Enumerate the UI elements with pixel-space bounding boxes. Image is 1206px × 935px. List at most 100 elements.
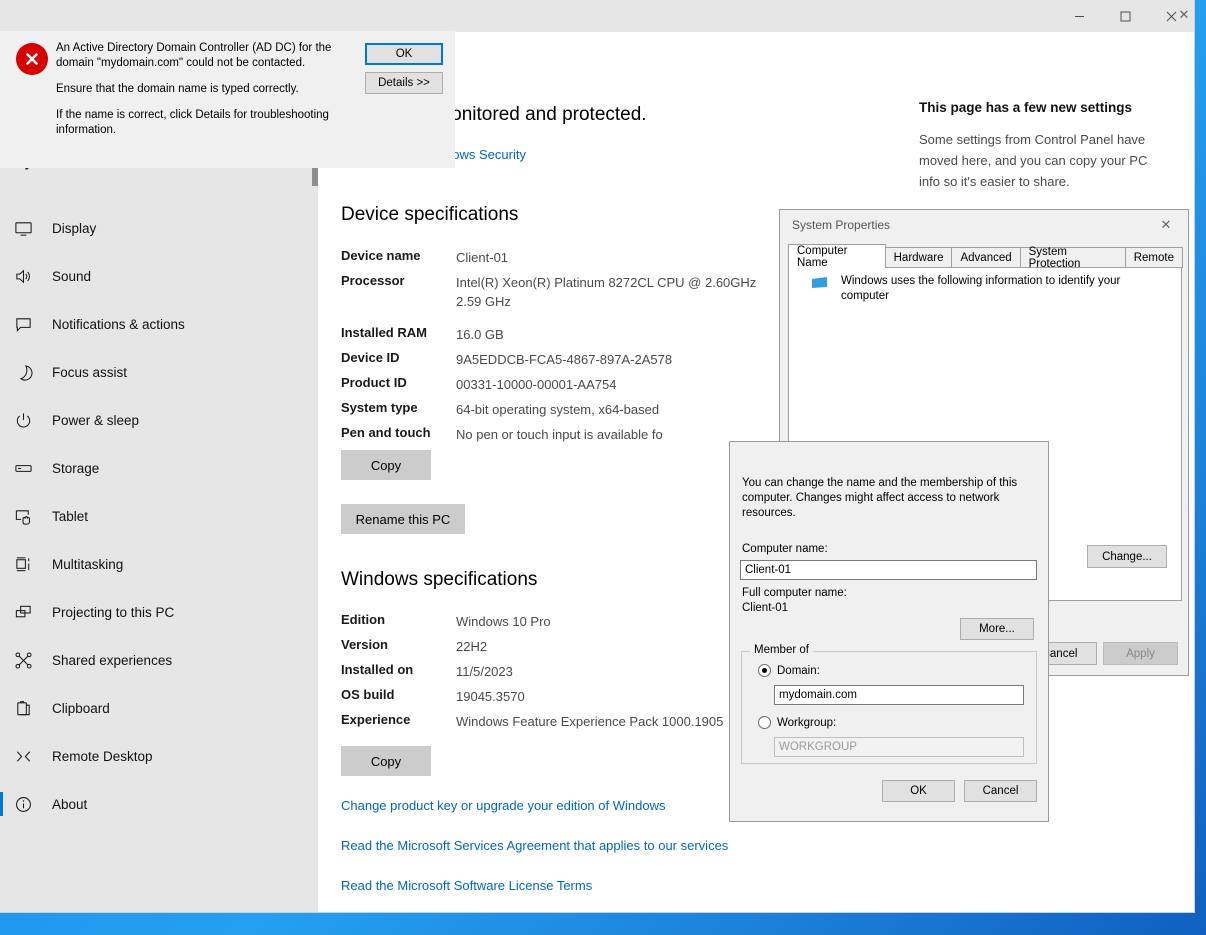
error-message-line-2: Ensure that the domain name is typed cor… bbox=[56, 83, 299, 95]
workgroup-radio-icon[interactable] bbox=[758, 716, 771, 729]
sidebar-item-tablet[interactable]: Tablet bbox=[0, 492, 318, 540]
system-properties-close-icon[interactable]: ✕ bbox=[1144, 210, 1188, 240]
computer-name-input[interactable] bbox=[740, 560, 1037, 580]
error-dialog-buttons: OK Details >> bbox=[365, 43, 443, 94]
sidebar-item-power-sleep[interactable]: Power & sleep bbox=[0, 396, 318, 444]
drive-icon bbox=[14, 456, 46, 480]
computer-name-ok-button[interactable]: OK bbox=[882, 780, 955, 802]
spec-value: 64-bit operating system, x64-based bbox=[456, 402, 660, 417]
tab-advanced[interactable]: Advanced bbox=[951, 247, 1021, 268]
tab-system-protection[interactable]: System Protection bbox=[1019, 246, 1126, 270]
computer-name-label: Computer name: bbox=[742, 543, 828, 555]
domain-radio-icon[interactable] bbox=[758, 664, 771, 677]
tablet-icon bbox=[14, 504, 46, 528]
error-details-button[interactable]: Details >> bbox=[365, 72, 443, 94]
system-properties-tabs: Computer Name Hardware Advanced System P… bbox=[788, 244, 1183, 270]
sidebar-item-display[interactable]: Display bbox=[0, 204, 318, 252]
maximize-button[interactable] bbox=[1102, 0, 1148, 32]
workgroup-input bbox=[774, 737, 1024, 757]
change-button[interactable]: Change... bbox=[1087, 545, 1167, 568]
sidebar-item-clipboard[interactable]: Clipboard bbox=[0, 684, 318, 732]
system-properties-titlebar: System Properties bbox=[780, 210, 1188, 240]
sidebar-item-sound[interactable]: Sound bbox=[0, 252, 318, 300]
error-dialog-content: An Active Directory Domain Controller (A… bbox=[0, 31, 455, 168]
right-rail: This page has a few new settings Some se… bbox=[919, 100, 1159, 192]
remote-desktop-icon bbox=[14, 744, 46, 768]
sidebar-item-label: Projecting to this PC bbox=[52, 604, 175, 620]
spec-label: Pen and touch bbox=[341, 425, 431, 440]
sidebar-item-label: Tablet bbox=[52, 508, 89, 524]
spec-value: 19045.3570 bbox=[456, 689, 525, 704]
spec-label: System type bbox=[341, 400, 418, 415]
copy-windows-specs-button[interactable]: Copy bbox=[341, 746, 431, 776]
spec-value: 22H2 bbox=[456, 639, 488, 654]
computer-name-description: You can change the name and the membersh… bbox=[742, 477, 1018, 519]
spec-value: Intel(R) Xeon(R) Platinum 8272CL CPU @ 2… bbox=[456, 275, 757, 309]
error-ok-button[interactable]: OK bbox=[365, 43, 443, 65]
clipboard-icon bbox=[14, 696, 46, 720]
sidebar-item-label: Shared experiences bbox=[52, 652, 173, 668]
services-agreement-link[interactable]: Read the Microsoft Services Agreement th… bbox=[341, 838, 728, 853]
right-rail-body: Some settings from Control Panel have mo… bbox=[919, 132, 1148, 189]
copy-device-specs-button[interactable]: Copy bbox=[341, 450, 431, 480]
domain-input[interactable] bbox=[774, 685, 1024, 705]
more-button[interactable]: More... bbox=[960, 618, 1034, 640]
sidebar-item-label: Focus assist bbox=[52, 364, 128, 380]
right-rail-title: This page has a few new settings bbox=[919, 100, 1133, 115]
spec-label: Installed on bbox=[341, 662, 414, 677]
sidebar-item-label: Sound bbox=[52, 268, 92, 284]
change-product-key-link[interactable]: Change product key or upgrade your editi… bbox=[341, 798, 665, 813]
software-license-link[interactable]: Read the Microsoft Software License Term… bbox=[341, 878, 592, 893]
sidebar-item-multitasking[interactable]: Multitasking bbox=[0, 540, 318, 588]
spec-label: Processor bbox=[341, 273, 405, 288]
sidebar-item-storage[interactable]: Storage bbox=[0, 444, 318, 492]
spec-label: Device ID bbox=[341, 350, 400, 365]
sidebar-item-label: Notifications & actions bbox=[52, 316, 185, 332]
sidebar-item-shared-experiences[interactable]: Shared experiences bbox=[0, 636, 318, 684]
spec-value: 11/5/2023 bbox=[456, 664, 513, 679]
domain-radio-row[interactable]: Domain: bbox=[758, 664, 820, 677]
sidebar-item-label: About bbox=[52, 796, 88, 812]
workgroup-radio-row[interactable]: Workgroup: bbox=[758, 716, 836, 729]
error-dialog-close-icon[interactable]: ✕ bbox=[1162, 0, 1206, 30]
tab-computer-name[interactable]: Computer Name bbox=[788, 244, 886, 269]
computer-name-domain-changes-dialog: You can change the name and the membersh… bbox=[729, 441, 1049, 822]
spec-value: Client-01 bbox=[456, 250, 509, 265]
moon-icon bbox=[14, 360, 46, 384]
spec-value: 00331-10000-00001-AA754 bbox=[456, 377, 617, 392]
spec-value: 9A5EDDCB-FCA5-4867-897A-2A578 bbox=[456, 352, 673, 367]
spec-label: Product ID bbox=[341, 375, 407, 390]
workgroup-label: Workgroup: bbox=[777, 716, 837, 729]
tab-remote[interactable]: Remote bbox=[1124, 247, 1183, 268]
member-of-legend: Member of bbox=[750, 644, 813, 656]
sidebar-item-label: Display bbox=[52, 220, 97, 236]
speaker-icon bbox=[14, 264, 46, 288]
minimize-button[interactable] bbox=[1056, 0, 1102, 32]
sidebar-item-focus-assist[interactable]: Focus assist bbox=[0, 348, 318, 396]
spec-label: Version bbox=[341, 637, 388, 652]
spec-label: OS build bbox=[341, 687, 395, 702]
chat-bubble-icon bbox=[14, 312, 46, 336]
sidebar-item-label: Remote Desktop bbox=[52, 748, 153, 764]
sidebar-nav-list: Display Sound Notifications & actions Fo… bbox=[0, 204, 318, 828]
sidebar-item-remote-desktop[interactable]: Remote Desktop bbox=[0, 732, 318, 780]
sidebar-item-label: Power & sleep bbox=[52, 412, 140, 428]
sidebar-item-label: Multitasking bbox=[52, 556, 124, 572]
sidebar-item-notifications[interactable]: Notifications & actions bbox=[0, 300, 318, 348]
sidebar-item-about[interactable]: About bbox=[0, 780, 318, 828]
computer-name-cancel-button[interactable]: Cancel bbox=[964, 780, 1037, 802]
monitor-icon bbox=[14, 216, 46, 240]
full-computer-name-label: Full computer name: bbox=[742, 587, 847, 599]
sidebar-item-label: Storage bbox=[52, 460, 100, 476]
error-x-icon bbox=[16, 43, 48, 75]
member-of-fieldset: Member of Domain: Workgroup: bbox=[741, 644, 1037, 764]
spec-label: Experience bbox=[341, 712, 411, 727]
info-icon bbox=[14, 792, 46, 816]
rename-pc-button[interactable]: Rename this PC bbox=[341, 504, 465, 534]
error-message-line-1: An Active Directory Domain Controller (A… bbox=[56, 42, 332, 69]
domain-label: Domain: bbox=[777, 664, 820, 677]
spec-value: 16.0 GB bbox=[456, 327, 504, 342]
tab-hardware[interactable]: Hardware bbox=[884, 247, 953, 268]
spec-label: Edition bbox=[341, 612, 386, 627]
sidebar-item-projecting[interactable]: Projecting to this PC bbox=[0, 588, 318, 636]
